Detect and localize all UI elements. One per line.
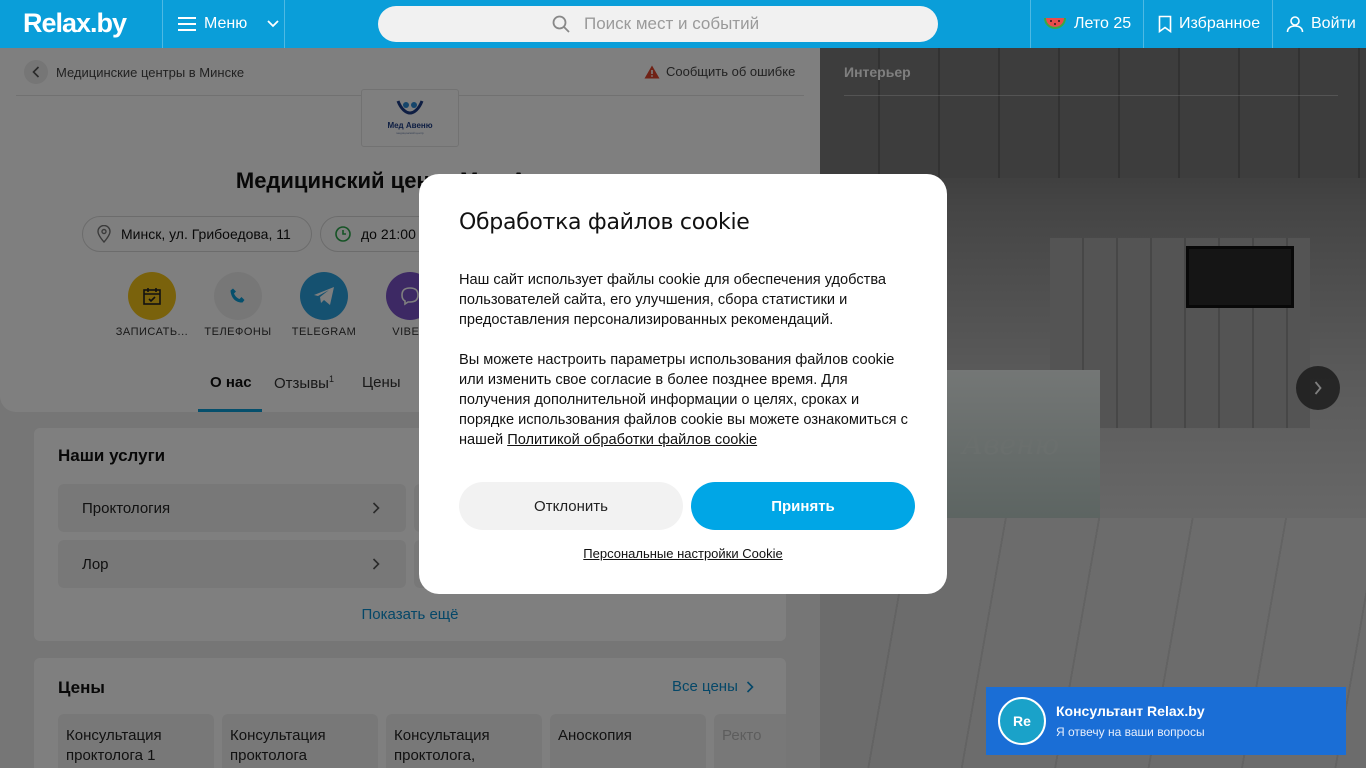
menu-button[interactable]: Меню [178,0,279,48]
login-label: Войти [1311,15,1356,32]
cookie-title: Обработка файлов cookie [459,210,750,235]
cookie-settings-link[interactable]: Персональные настройки Cookie [419,546,947,561]
decline-button[interactable]: Отклонить [459,482,683,530]
avatar: Re [998,697,1046,745]
consultant-widget[interactable]: Re Консультант Relax.by Я отвечу на ваши… [986,687,1346,755]
user-icon [1286,16,1304,33]
login-link[interactable]: Войти [1286,0,1356,48]
consultant-title: Консультант Relax.by [1056,703,1205,719]
header-divider [1143,0,1144,48]
favorites-label: Избранное [1179,15,1261,32]
header-divider [1030,0,1031,48]
cookie-policy-link[interactable]: Политикой обработки файлов cookie [507,432,757,448]
cookie-text-1: Наш сайт использует файлы cookie для обе… [459,272,887,328]
summer-link[interactable]: Лето 25 [1043,0,1131,48]
hamburger-icon [178,17,196,31]
chevron-down-icon [267,20,279,28]
bookmark-icon [1158,15,1172,33]
header-divider [162,0,163,48]
search-input[interactable] [584,12,904,36]
cookie-dialog: Обработка файлов cookie Наш сайт использ… [419,174,947,594]
cookie-text-2: Вы можете настроить параметры использова… [459,350,911,450]
site-logo[interactable]: Relax.by [23,8,127,39]
summer-label: Лето 25 [1074,15,1132,32]
menu-label: Меню [204,15,248,32]
favorites-link[interactable]: Избранное [1158,0,1260,48]
watermelon-icon [1044,18,1066,29]
search-bar[interactable] [378,6,938,42]
accept-button[interactable]: Принять [691,482,915,530]
top-header: Relax.by Меню Лето 25 Избранное Войти [0,0,1366,48]
header-divider [1272,0,1273,48]
consultant-subtitle: Я отвечу на ваши вопросы [1056,725,1205,739]
search-icon [552,15,570,33]
header-divider [284,0,285,48]
